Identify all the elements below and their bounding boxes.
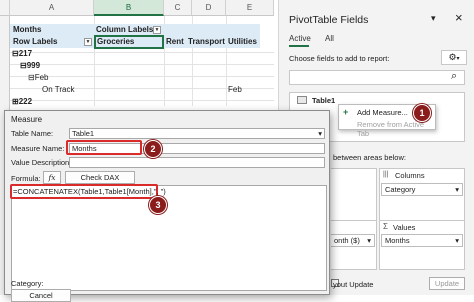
pivot-group-row[interactable]: ⊟217 [12, 48, 32, 60]
filters-area[interactable] [331, 168, 377, 228]
gear-icon: ⚙ [448, 52, 457, 62]
dialog-title: Measure [11, 115, 43, 124]
cancel-button[interactable]: Cancel [11, 289, 71, 302]
column-header-c[interactable]: C [164, 0, 192, 16]
columns-field-category[interactable]: Category ▾ [381, 183, 463, 196]
update-button[interactable]: Update [429, 277, 465, 290]
value-description-label: Value Description: [11, 158, 72, 167]
chevron-down-icon: ▾ [431, 13, 436, 23]
annotation-badge-3: 3 [149, 196, 167, 214]
dropdown-arrow-icon: ▼ [85, 39, 91, 45]
defer-layout-label: yout Update [333, 280, 374, 289]
search-icon: ⌕ [451, 70, 458, 82]
pivot-values-label: Months [13, 25, 42, 34]
tab-all[interactable]: All [325, 34, 334, 43]
insert-function-button[interactable]: fx [43, 171, 61, 184]
pane-title: PivotTable Fields [289, 14, 369, 26]
measure-name-label: Measure Name: [11, 144, 65, 153]
drag-areas-label: between areas below: [333, 153, 406, 162]
table-icon [297, 96, 307, 104]
table-name-label: Table Name: [11, 129, 54, 138]
choose-fields-label: Choose fields to add to report: [289, 54, 390, 63]
column-header-b[interactable]: B [94, 0, 164, 16]
menu-item-remove-from-active-tab[interactable]: Remove from Active Tab [357, 120, 435, 138]
pivot-group-row[interactable]: ⊟Feb [28, 72, 49, 84]
formula-text[interactable]: =CONCATENATEX(Table1,Table1[Month],", ") [13, 187, 166, 196]
category-header-utilities: Utilities [228, 37, 257, 46]
formula-label: Formula: [11, 174, 41, 183]
values-area-label: Values [393, 223, 416, 232]
value-description-input[interactable] [69, 157, 325, 168]
column-header-d[interactable]: D [192, 0, 226, 16]
column-labels-filter-button[interactable]: ▼ [153, 26, 161, 34]
dropdown-arrow-icon: ▼ [154, 27, 160, 33]
gridline [10, 76, 274, 77]
close-pane-button[interactable]: × [455, 10, 463, 25]
select-all-corner[interactable] [0, 0, 10, 16]
chevron-down-icon: ▾ [455, 236, 459, 245]
category-header-groceries: Groceries [97, 37, 135, 46]
chevron-down-icon: ▾ [455, 185, 459, 194]
values-field-months[interactable]: Months ▾ [381, 234, 463, 247]
category-header-rent: Rent [166, 37, 184, 46]
gridline [10, 52, 274, 53]
highlight-box-measure-name [66, 140, 142, 155]
tab-active[interactable]: Active [289, 34, 311, 43]
columns-icon: ||| [383, 171, 389, 178]
annotation-badge-1: 1 [413, 104, 431, 122]
table-name-select[interactable]: Table1 ▾ [69, 128, 325, 139]
gridline [10, 64, 274, 65]
check-dax-formula-button[interactable]: Check DAX Formula [65, 171, 135, 193]
column-header-a[interactable]: A [10, 0, 94, 16]
field-settings-button[interactable]: ⚙▾ [441, 50, 467, 65]
pane-options-dropdown[interactable]: ▾ [431, 13, 436, 24]
measure-dialog: Measure Table Name: Table1 ▾ Measure Name… [4, 110, 330, 302]
values-sigma-icon: Σ [383, 222, 388, 231]
pivot-group-row[interactable]: ⊟999 [20, 60, 40, 72]
field-search-input[interactable] [289, 70, 465, 85]
field-table-item[interactable]: Table1 [312, 96, 335, 105]
columns-area-label: Columns [395, 171, 425, 180]
rows-field-month[interactable]: onth ($) ▾ [331, 234, 375, 247]
formula-editor[interactable] [11, 185, 327, 291]
pivot-row-labels: Row Labels [13, 37, 58, 46]
plus-icon: + [343, 107, 349, 117]
close-icon: × [455, 10, 463, 25]
gridline [10, 100, 274, 101]
pivot-value-cell: Feb [228, 85, 242, 94]
pivot-status-cell: On Track [42, 85, 75, 94]
category-header-transport: Transport [188, 37, 225, 46]
chevron-down-icon: ▾ [367, 236, 371, 245]
annotation-badge-2: 2 [144, 140, 162, 158]
category-label: Category: [11, 279, 44, 288]
active-tab-indicator [289, 45, 309, 47]
chevron-down-icon: ▾ [456, 56, 460, 62]
row-labels-filter-button[interactable]: ▼ [84, 38, 92, 46]
column-header-e[interactable]: E [226, 0, 274, 16]
chevron-down-icon: ▾ [318, 129, 322, 138]
pivot-group-row[interactable]: ⊞222 [12, 96, 32, 108]
menu-item-add-measure[interactable]: Add Measure... [357, 108, 408, 117]
